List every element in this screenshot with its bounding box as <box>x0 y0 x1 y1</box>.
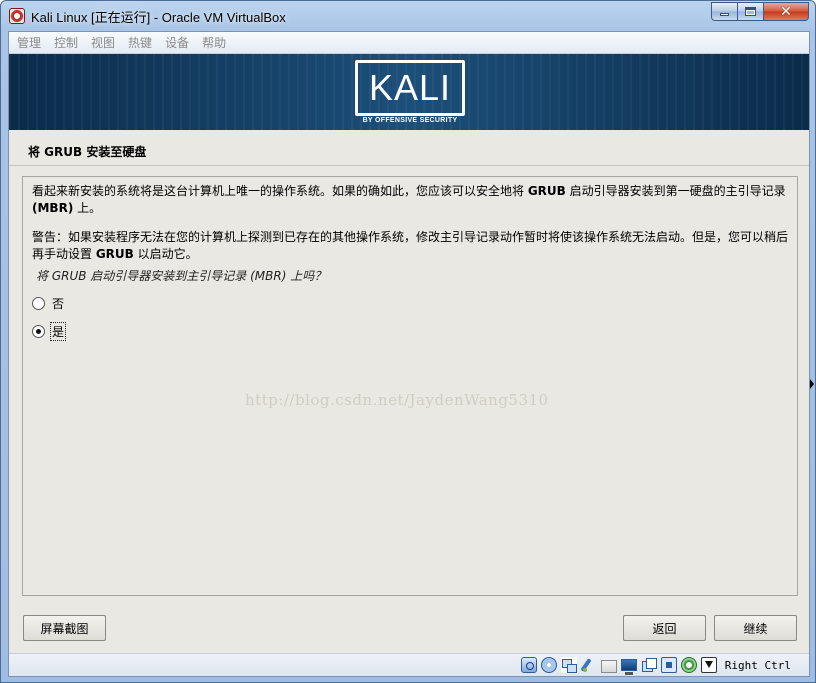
display-icon[interactable] <box>620 659 637 675</box>
guest-screen[interactable]: KALI BY OFFENSIVE SECURITY 将 GRUB 安装至硬盘 … <box>9 54 814 653</box>
shared-folder-icon[interactable] <box>600 659 617 673</box>
menu-hotkeys[interactable]: 热键 <box>128 34 152 51</box>
kali-logo-text: KALI <box>368 67 452 108</box>
para1-text-a: 看起来新安装的系统将是这台计算机上唯一的操作系统。如果的确如此，您应该可以安全地… <box>32 184 528 198</box>
radio-yes[interactable] <box>32 325 45 338</box>
option-yes-label[interactable]: 是 <box>49 322 67 341</box>
kali-banner: KALI BY OFFENSIVE SECURITY <box>9 54 809 130</box>
title-bar[interactable]: Kali Linux [正在运行] - Oracle VM VirtualBox… <box>1 1 815 31</box>
option-yes[interactable]: 是 <box>32 322 67 341</box>
menu-bar: 管理 控制 视图 热键 设备 帮助 <box>9 32 809 54</box>
install-question: 将 GRUB 启动引导器安装到主引导记录 (MBR) 上吗？ <box>36 269 327 283</box>
optical-drive-icon[interactable] <box>540 657 557 673</box>
window-title: Kali Linux [正在运行] - Oracle VM VirtualBox <box>31 10 286 25</box>
maximize-button[interactable] <box>738 2 764 21</box>
menu-devices[interactable]: 设备 <box>165 34 189 51</box>
usb-icon[interactable] <box>581 657 597 673</box>
edge-arrow-icon <box>810 379 814 389</box>
menu-control[interactable]: 控制 <box>54 34 78 51</box>
para1-text-c: 启动引导器安装到第一硬盘的主引导记录 <box>565 184 786 198</box>
continue-button[interactable]: 继续 <box>714 615 797 641</box>
vt-x-icon <box>680 657 697 673</box>
option-no[interactable]: 否 <box>32 295 65 312</box>
network-icon[interactable] <box>560 657 577 673</box>
window-controls: ✕ <box>711 2 809 21</box>
description-paragraph: 看起来新安装的系统将是这台计算机上唯一的操作系统。如果的确如此，您应该可以安全地… <box>32 183 790 217</box>
menu-help[interactable]: 帮助 <box>202 34 226 51</box>
close-button[interactable]: ✕ <box>764 2 809 21</box>
minimize-button[interactable] <box>711 2 738 21</box>
kali-logo: KALI <box>355 60 465 116</box>
hard-disk-icon[interactable] <box>520 657 537 673</box>
para1-grub: GRUB <box>527 184 566 198</box>
video-capture-icon[interactable] <box>641 657 657 673</box>
warning-paragraph: 警告：如果安装程序无法在您的计算机上探测到已存在的其他操作系统，修改主引导记录动… <box>32 229 790 263</box>
host-key-label[interactable]: Right Ctrl <box>725 659 791 672</box>
kali-logo-subtext: BY OFFENSIVE SECURITY <box>362 117 458 124</box>
virtualbox-window: Kali Linux [正在运行] - Oracle VM VirtualBox… <box>0 0 816 683</box>
menu-manage[interactable]: 管理 <box>17 34 41 51</box>
back-button[interactable]: 返回 <box>623 615 706 641</box>
para2-text-c: 以启动它。 <box>133 247 198 261</box>
status-bar: Right Ctrl <box>9 653 809 676</box>
mouse-integration-icon[interactable] <box>700 657 717 673</box>
para2-grub: GRUB <box>95 247 134 261</box>
watermark-text: http://blog.csdn.net/JaydenWang5310 <box>245 391 549 409</box>
minimize-icon <box>720 13 729 16</box>
option-no-label[interactable]: 否 <box>51 295 65 312</box>
screenshot-button[interactable]: 屏幕截图 <box>23 615 106 641</box>
cpu-icon <box>660 657 677 673</box>
page-title: 将 GRUB 安装至硬盘 <box>28 145 147 159</box>
virtualbox-app-icon <box>9 8 25 24</box>
para1-text-e: 上。 <box>73 201 102 215</box>
title-divider <box>9 165 809 166</box>
client-area: 管理 控制 视图 热键 设备 帮助 KALI BY OFFENSIVE SECU… <box>8 31 814 677</box>
device-tray: Right Ctrl <box>520 657 791 675</box>
radio-selected-dot <box>36 329 41 334</box>
para1-mbr: (MBR) <box>32 201 74 215</box>
menu-view[interactable]: 视图 <box>91 34 115 51</box>
maximize-icon <box>745 7 756 16</box>
content-panel: 看起来新安装的系统将是这台计算机上唯一的操作系统。如果的确如此，您应该可以安全地… <box>22 176 798 596</box>
close-icon: ✕ <box>780 3 792 20</box>
radio-no[interactable] <box>32 297 45 310</box>
